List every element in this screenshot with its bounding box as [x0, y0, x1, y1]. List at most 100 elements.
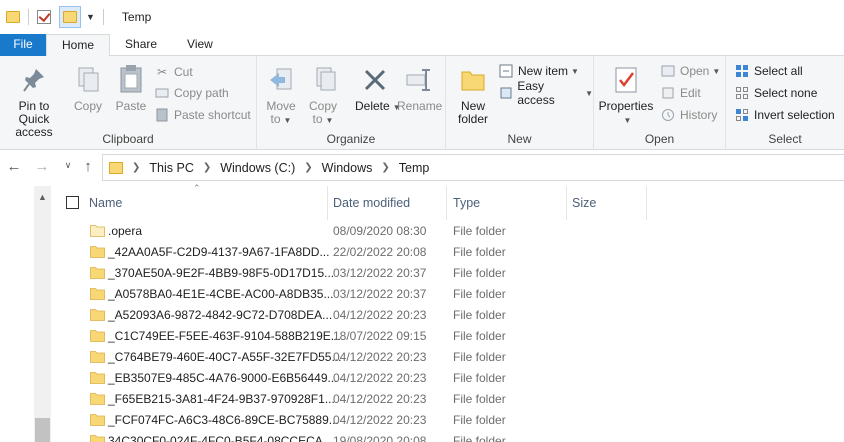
file-name: 34C30CF0-024F-4FC0-B5F4-08CCECA... [108, 434, 333, 442]
move-to-label: Move to ▼ [266, 99, 296, 126]
breadcrumb-windows[interactable]: Windows [322, 161, 373, 175]
select-all-label: Select all [754, 64, 803, 78]
file-date-modified: 04/12/2022 20:23 [333, 392, 427, 406]
paste-shortcut-icon [154, 107, 170, 123]
breadcrumb-temp[interactable]: Temp [399, 161, 430, 175]
file-date-modified: 04/12/2022 20:23 [333, 350, 427, 364]
file-date-modified: 04/12/2022 20:23 [333, 371, 427, 385]
clipboard-group-label: Clipboard [102, 132, 154, 146]
breadcrumb-this-pc[interactable]: This PC [149, 161, 193, 175]
pin-to-quick-access-button[interactable]: Pin to Quick access [2, 66, 66, 139]
column-size[interactable]: Size [566, 186, 647, 220]
file-type: File folder [453, 350, 506, 364]
file-date-modified: 18/07/2022 09:15 [333, 329, 427, 343]
file-type: File folder [453, 392, 506, 406]
file-list: .opera 08/09/2020 08:30 File folder _42AA0A… [60, 221, 844, 442]
copy-to-icon [316, 67, 336, 91]
paste-button[interactable]: Paste [112, 64, 150, 113]
folder-icon [90, 267, 105, 279]
column-date-modified[interactable]: Date modified [327, 186, 447, 220]
open-group-label: Open [644, 132, 675, 146]
open-label: Open [680, 64, 710, 78]
file-row[interactable]: _F65EB215-3A81-4F24-9B37-970928F1... 04/1… [60, 389, 844, 410]
history-button[interactable]: History [660, 105, 717, 125]
easy-access-button[interactable]: Easy access ▼ [498, 79, 593, 107]
file-row[interactable]: _C764BE79-460E-40C7-A55F-32E7FD55... 04/1… [60, 347, 844, 368]
file-type: File folder [453, 371, 506, 385]
open-button[interactable]: Open ▼ [660, 61, 720, 81]
rename-button[interactable]: Rename [397, 66, 442, 113]
tab-home[interactable]: Home [46, 34, 111, 57]
file-row[interactable]: _EB3507E9-485C-4A76-9000-E6B56449... 04/1… [60, 368, 844, 389]
properties-icon [615, 67, 637, 93]
new-folder-quick-button[interactable] [59, 6, 81, 28]
new-item-label: New item [518, 64, 569, 78]
tab-share[interactable]: Share [110, 34, 172, 56]
forward-arrow-icon[interactable]: → [32, 158, 52, 175]
breadcrumb-windows-c[interactable]: Windows (C:) [220, 161, 295, 175]
delete-label: Delete ▼ [355, 99, 401, 113]
easy-access-icon [498, 85, 513, 101]
file-name: _FCF074FC-A6C3-48C6-89CE-BC75889... [108, 413, 339, 427]
tab-file[interactable]: File [0, 34, 46, 56]
file-row[interactable]: _42AA0A5F-C2D9-4137-9A67-1FA8DD... 22/02/… [60, 242, 844, 263]
new-folder-button[interactable]: New folder [454, 66, 492, 126]
navigation-pane-scrollbar[interactable]: ▲ [34, 186, 51, 442]
invert-selection-button[interactable]: Invert selection [734, 105, 835, 125]
invert-selection-label: Invert selection [754, 108, 835, 122]
tab-view[interactable]: View [172, 34, 228, 56]
new-folder-label: New folder [457, 99, 489, 126]
folder-icon [6, 11, 20, 23]
up-arrow-icon[interactable]: ↑ [78, 158, 98, 175]
customize-dropdown-icon[interactable]: ▼ [86, 12, 95, 22]
file-name: _370AE50A-9E2F-4BB9-98F5-0D17D15... [108, 266, 335, 280]
file-row[interactable]: .opera 08/09/2020 08:30 File folder [60, 221, 844, 242]
delete-button[interactable]: Delete ▼ [355, 66, 401, 114]
select-all-checkbox[interactable] [66, 196, 79, 209]
file-row[interactable]: 34C30CF0-024F-4FC0-B5F4-08CCECA... 19/08/… [60, 431, 844, 442]
new-folder-icon [461, 71, 485, 91]
window-title: Temp [121, 10, 152, 24]
new-item-button[interactable]: New item ▼ [498, 61, 579, 81]
recent-locations-chevron-icon[interactable]: ∨ [58, 160, 78, 171]
column-name[interactable]: Name [83, 186, 328, 220]
new-group: New folder New item ▼ Easy access ▼ New [446, 56, 594, 150]
scroll-up-icon[interactable]: ▲ [34, 192, 51, 202]
properties-button[interactable]: Properties ▼ [598, 66, 654, 127]
move-to-button[interactable]: Move to ▼ [263, 66, 299, 127]
breadcrumb-chevron-icon[interactable]: ❯ [304, 162, 312, 173]
breadcrumb-chevron-icon[interactable]: ❯ [381, 162, 389, 173]
select-none-icon [734, 85, 750, 101]
file-name: _F65EB215-3A81-4F24-9B37-970928F1... [108, 392, 335, 406]
back-arrow-icon[interactable]: ← [4, 158, 24, 175]
folder-icon [90, 414, 105, 426]
select-all-button[interactable]: Select all [734, 61, 803, 81]
file-row[interactable]: _A0578BA0-4E1E-4CBE-AC00-A8DB35... 03/12/… [60, 284, 844, 305]
address-bar[interactable]: ❯ This PC ❯ Windows (C:) ❯ Windows ❯ Tem… [102, 154, 844, 181]
file-row[interactable]: _C1C749EE-F5EE-463F-9104-588B219E... 18/0… [60, 326, 844, 347]
scrollbar-thumb[interactable] [35, 418, 50, 442]
copy-to-button[interactable]: Copy to ▼ [305, 66, 341, 127]
file-type: File folder [453, 287, 506, 301]
copy-button[interactable]: Copy [70, 66, 106, 113]
copy-path-button[interactable]: Copy path [154, 83, 229, 103]
select-group-label: Select [768, 132, 802, 146]
properties-checkmark-icon[interactable] [37, 10, 51, 24]
cut-button[interactable]: ✂ Cut [154, 62, 193, 82]
file-row[interactable]: _370AE50A-9E2F-4BB9-98F5-0D17D15... 03/12… [60, 263, 844, 284]
breadcrumb-chevron-icon[interactable]: ❯ [203, 162, 211, 173]
properties-label: Properties ▼ [598, 99, 654, 126]
edit-label: Edit [680, 86, 701, 100]
file-row[interactable]: _A52093A6-9872-4842-9C72-D708DEA... 04/12… [60, 305, 844, 326]
file-row[interactable]: _FCF074FC-A6C3-48C6-89CE-BC75889... 04/12… [60, 410, 844, 431]
file-date-modified: 08/09/2020 08:30 [333, 224, 427, 238]
file-name: _C1C749EE-F5EE-463F-9104-588B219E... [108, 329, 341, 343]
paste-shortcut-button[interactable]: Paste shortcut [154, 105, 251, 125]
edit-button[interactable]: Edit [660, 83, 701, 103]
edit-icon [660, 85, 676, 101]
select-none-button[interactable]: Select none [734, 83, 817, 103]
navigation-bar: ← → ∨ ↑ ❯ This PC ❯ Windows (C:) ❯ Windo… [0, 150, 844, 186]
breadcrumb-chevron-icon[interactable]: ❯ [132, 162, 140, 173]
column-type[interactable]: Type [447, 186, 567, 220]
copy-path-label: Copy path [174, 86, 229, 100]
